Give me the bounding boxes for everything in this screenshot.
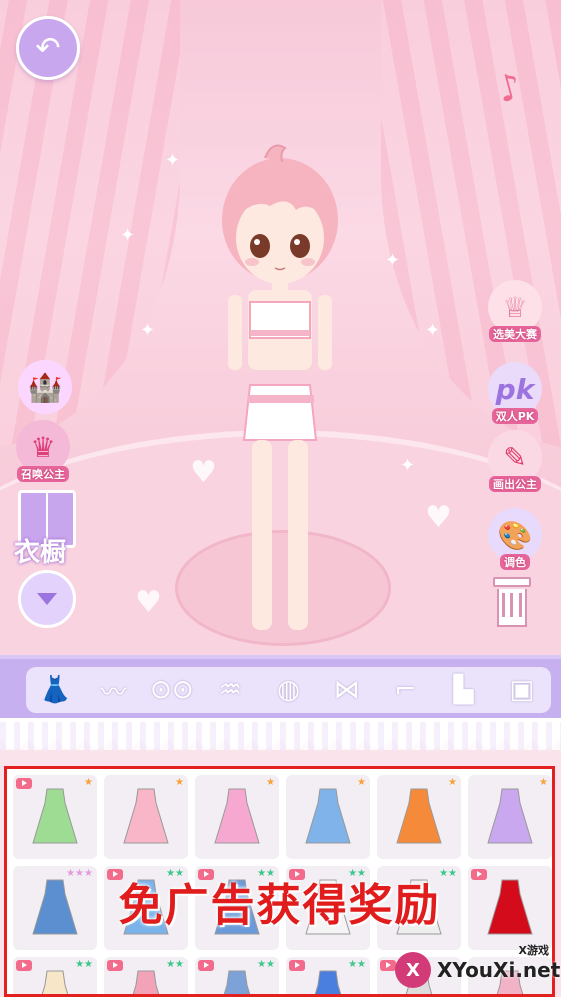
back-button[interactable]: ↶ (16, 16, 80, 80)
sparkle-icon: ✦ (400, 455, 416, 476)
chevron-down-icon (37, 593, 57, 605)
hat-icon: ◍ (277, 675, 300, 705)
watermark-small: X游戏 (518, 944, 549, 957)
video-ad-icon (289, 960, 305, 971)
watermark: X游戏 X XYouXi.net (395, 942, 560, 992)
rarity-stars: ★ (448, 777, 457, 788)
dress-icon (41, 970, 69, 994)
sparkle-icon: ✦ (140, 320, 156, 341)
dress-icon (487, 788, 533, 844)
dressup-stage: ♥ ♥ ♥ ✦ ✦ ✦ ✦ ✦ ✦ (0, 0, 561, 660)
dress-icon (305, 788, 351, 844)
rarity-stars: ★★ (257, 959, 275, 970)
bow-icon: ⋈ (333, 675, 360, 705)
tab-glasses[interactable]: ⊙⊙ (150, 670, 194, 710)
sparkle-icon: ✦ (120, 225, 136, 246)
wardrobe-label: 衣橱 (14, 538, 67, 568)
category-bar: 👗 〰 ⊙⊙ ♒ ◍ ⋈ ⌐ ▙ ▣ (0, 655, 561, 724)
heart-icon: ♥ (425, 500, 452, 535)
watermark-site: XYouXi.net (437, 958, 561, 982)
dress-icon (314, 970, 342, 994)
clothing-item-green-onesie[interactable]: ★ (13, 775, 97, 859)
rarity-stars: ★★ (166, 959, 184, 970)
heart-icon: ♥ (135, 585, 162, 620)
sock-icon: ▙ (453, 675, 474, 705)
color-label: 调色 (500, 554, 530, 570)
tab-shoes[interactable]: ⌐ (385, 670, 425, 710)
sparkle-icon: ✦ (425, 320, 441, 341)
tab-bag[interactable]: ▣ (502, 670, 542, 710)
back-arrow-icon: ↶ (35, 30, 61, 66)
castle-icon: 🏰 (18, 360, 72, 414)
rarity-stars: ★ (357, 777, 366, 788)
video-ad-icon (107, 960, 123, 971)
video-ad-icon (380, 960, 396, 971)
trash-icon (497, 589, 527, 627)
category-tabs: 👗 〰 ⊙⊙ ♒ ◍ ⋈ ⌐ ▙ ▣ (26, 667, 551, 713)
beauty-contest-label: 选美大赛 (489, 326, 541, 342)
rarity-stars: ★ (175, 777, 184, 788)
summon-label: 召唤公主 (17, 466, 69, 482)
castle-button[interactable]: 🏰 (18, 360, 72, 414)
clothing-item-lavender-lolita-dress[interactable]: ★ (468, 775, 552, 859)
dress-icon (214, 788, 260, 844)
tab-socks[interactable]: ▙ (443, 670, 483, 710)
glasses-icon: ⊙⊙ (150, 675, 194, 705)
clothing-item-bunny-dress[interactable]: ★ (195, 775, 279, 859)
tab-bow[interactable]: ⋈ (327, 670, 367, 710)
clothing-item-sports-jersey[interactable]: ★★ (286, 957, 370, 994)
sparkle-icon: ✦ (165, 150, 181, 171)
draw-princess-label: 画出公主 (489, 476, 541, 492)
chevron-down-button[interactable] (18, 570, 76, 628)
clothing-item-pink-slip-dress[interactable]: ★ (104, 775, 188, 859)
pk-label: 双人PK (491, 408, 539, 424)
rarity-stars: ★★ (75, 959, 93, 970)
video-ad-icon (16, 778, 32, 789)
dress-icon: 👗 (38, 675, 72, 705)
color-button[interactable]: 🎨 调色 (488, 508, 542, 570)
dress-icon (123, 788, 169, 844)
clothing-item-plaid-blue-dress[interactable]: ★★ (195, 957, 279, 994)
dress-icon (223, 970, 251, 994)
gamepad-logo-icon: X (395, 952, 431, 988)
lace-pattern (0, 722, 561, 750)
rarity-stars: ★★ (348, 959, 366, 970)
beauty-contest-button[interactable]: ♕ 选美大赛 (488, 280, 542, 342)
pk-button[interactable]: pk 双人PK (488, 362, 542, 424)
video-ad-icon (198, 960, 214, 971)
tab-hair[interactable]: ♒ (210, 670, 250, 710)
video-ad-icon (16, 960, 32, 971)
rarity-stars: ★ (266, 777, 275, 788)
ad-free-reward-banner: 免广告获得奖励 (118, 880, 441, 931)
clothing-item-blue-denim-dress[interactable]: ★ (286, 775, 370, 859)
sparkle-icon: ✦ (385, 250, 401, 271)
draw-princess-button[interactable]: ✎ 画出公主 (488, 430, 542, 492)
hair-icon: ♒ (218, 675, 242, 705)
tab-hat[interactable]: ◍ (268, 670, 308, 710)
clothing-item-pink-frill-dress[interactable]: ★★ (104, 957, 188, 994)
tab-dress[interactable]: 👗 (35, 670, 75, 710)
summon-princess-button[interactable]: ♛ 召唤公主 (16, 420, 70, 482)
tab-wings[interactable]: 〰 (93, 670, 133, 710)
clothing-item-cream-tutu[interactable]: ★★ (13, 957, 97, 994)
dress-icon (132, 970, 160, 994)
trash-button[interactable] (493, 577, 531, 627)
dress-icon (32, 788, 78, 844)
shoe-icon: ⌐ (394, 675, 417, 705)
bag-icon: ▣ (509, 675, 535, 705)
wings-icon: 〰 (100, 677, 127, 708)
clothing-item-orange-dress[interactable]: ★ (377, 775, 461, 859)
rarity-stars: ★ (84, 777, 93, 788)
doll-character[interactable] (210, 140, 350, 640)
dress-icon (396, 788, 442, 844)
rarity-stars: ★ (539, 777, 548, 788)
